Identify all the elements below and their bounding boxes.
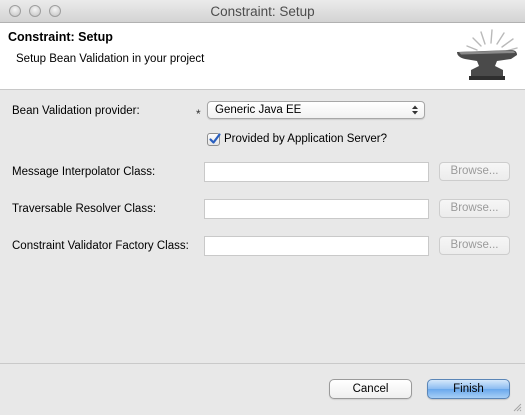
resize-grip-icon[interactable] (512, 402, 522, 412)
finish-button[interactable]: Finish (427, 379, 510, 399)
app-server-checkbox[interactable] (207, 133, 221, 146)
provider-select-value: Generic Java EE (215, 104, 302, 116)
checkmark-icon (209, 133, 221, 144)
traversable-resolver-input[interactable] (204, 199, 429, 219)
wizard-page-title: Constraint: Setup (8, 30, 113, 44)
chevron-up-down-icon (412, 105, 418, 115)
anvil-icon (457, 29, 518, 80)
validator-factory-label: Constraint Validator Factory Class: (12, 240, 189, 252)
cancel-button[interactable]: Cancel (329, 379, 412, 399)
traversable-resolver-label: Traversable Resolver Class: (12, 203, 157, 215)
traversable-resolver-browse-button[interactable]: Browse... (439, 199, 510, 218)
validator-factory-input[interactable] (204, 236, 429, 256)
window-title: Constraint: Setup (210, 4, 315, 19)
provider-select[interactable]: Generic Java EE (207, 101, 425, 119)
app-server-checkbox-label[interactable]: Provided by Application Server? (224, 133, 387, 145)
setup-dialog: Constraint: Setup Constraint: Setup Setu… (0, 0, 525, 415)
title-bar[interactable]: Constraint: Setup (0, 0, 525, 23)
provider-label: Bean Validation provider: (12, 105, 140, 117)
required-asterisk: * (196, 107, 201, 121)
wizard-header: Constraint: Setup Setup Bean Validation … (0, 23, 525, 90)
message-interpolator-input[interactable] (204, 162, 429, 182)
validator-factory-browse-button[interactable]: Browse... (439, 236, 510, 255)
message-interpolator-browse-button[interactable]: Browse... (439, 162, 510, 181)
wizard-page-description: Setup Bean Validation in your project (16, 53, 205, 65)
message-interpolator-label: Message Interpolator Class: (12, 166, 156, 178)
footer-divider (0, 363, 525, 364)
